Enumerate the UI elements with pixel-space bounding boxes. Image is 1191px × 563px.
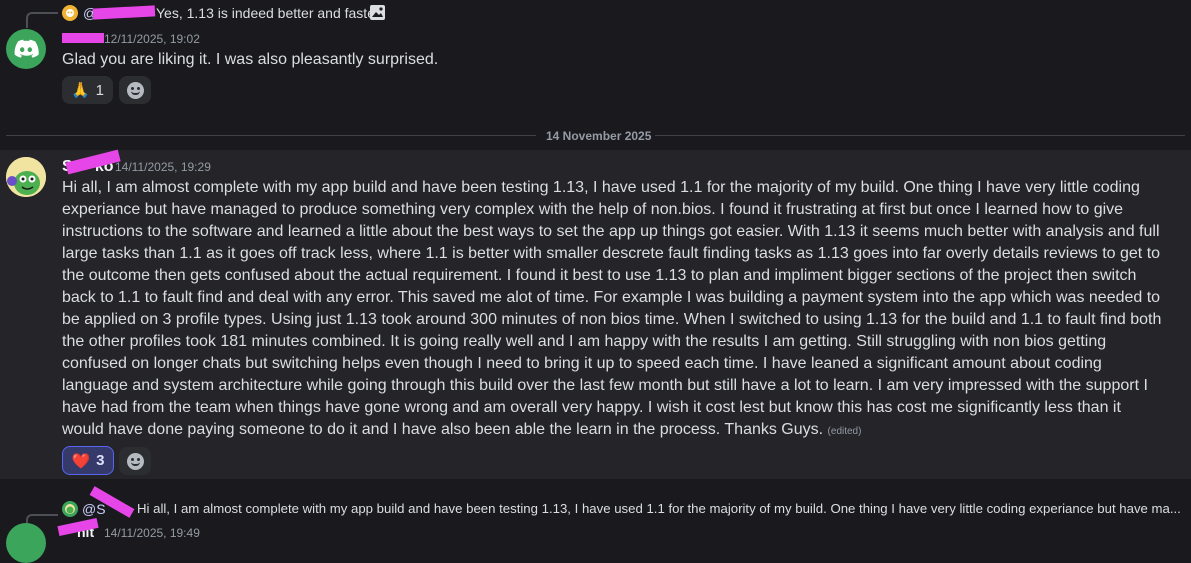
- user-avatar[interactable]: [6, 157, 46, 197]
- edited-label: (edited): [827, 426, 862, 437]
- reaction-heart[interactable]: ❤️ 3: [62, 446, 114, 475]
- add-reaction-icon: [126, 81, 144, 99]
- reaction-count: 1: [95, 81, 105, 99]
- reply-connector: [26, 12, 58, 28]
- reply-text[interactable]: Yes, 1.13 is indeed better and faster.: [156, 5, 383, 21]
- reply-mention[interactable]: @S: [82, 501, 106, 517]
- add-reaction-icon: [126, 452, 144, 470]
- heart-emoji: ❤️: [71, 452, 91, 470]
- discord-bot-avatar[interactable]: [6, 29, 46, 69]
- reaction-pray[interactable]: 🙏 1: [62, 76, 113, 104]
- date-divider-line-right: [655, 135, 1185, 136]
- message-timestamp[interactable]: 14/11/2025, 19:29: [115, 160, 211, 174]
- reply-avatar[interactable]: [62, 501, 78, 517]
- redaction-mark: [92, 5, 156, 20]
- add-reaction-button[interactable]: [119, 447, 151, 475]
- discord-logo-icon: [14, 39, 39, 58]
- pray-emoji: 🙏: [70, 82, 90, 99]
- message-text: Hi all, I am almost complete with my app…: [62, 179, 1162, 438]
- message-content: Glad you are liking it. I was also pleas…: [62, 51, 439, 68]
- reaction-count: 3: [96, 452, 105, 469]
- message-timestamp[interactable]: 14/11/2025, 19:49: [104, 526, 200, 540]
- message-content: Hi all, I am almost complete with my app…: [62, 177, 1164, 443]
- reply-avatar[interactable]: [62, 5, 78, 21]
- message-timestamp[interactable]: 12/11/2025, 19:02: [104, 32, 200, 46]
- date-divider-line-left: [6, 135, 536, 136]
- redaction-mark: [62, 33, 104, 43]
- date-divider-label: 14 November 2025: [546, 129, 652, 143]
- image-icon: [369, 4, 386, 26]
- reply-text[interactable]: Hi all, I am almost complete with my app…: [137, 501, 1181, 516]
- user-avatar[interactable]: [6, 523, 46, 563]
- add-reaction-button[interactable]: [119, 76, 151, 104]
